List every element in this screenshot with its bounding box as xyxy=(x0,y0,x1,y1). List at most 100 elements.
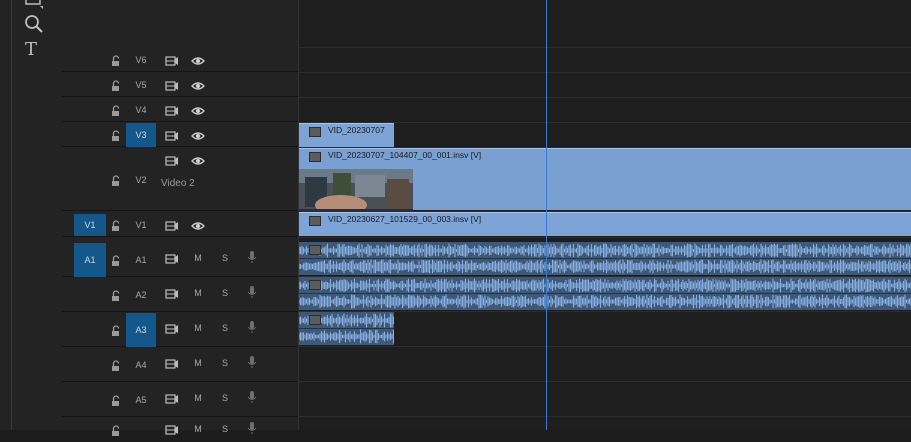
solo-button[interactable]: S xyxy=(219,357,231,369)
solo-button[interactable]: S xyxy=(219,392,231,404)
source-patch-a1[interactable]: A1 xyxy=(74,242,106,277)
voiceover-mic-icon[interactable] xyxy=(246,320,260,333)
track-target-a3[interactable]: A3 xyxy=(126,312,156,347)
rectangle-tool-icon[interactable] xyxy=(24,0,44,10)
track-lane-divider xyxy=(299,47,911,48)
track-header-a1: A1 A1 M S xyxy=(62,242,298,277)
track-label-v2: Video 2 xyxy=(161,177,195,189)
mute-button[interactable]: M xyxy=(192,322,204,334)
sync-lock-icon[interactable] xyxy=(165,287,179,299)
sync-lock-icon[interactable] xyxy=(165,252,179,264)
sync-lock-icon[interactable] xyxy=(165,219,179,231)
track-target-v3[interactable]: V3 xyxy=(126,123,156,147)
clip-v3-name: VID_20230707 xyxy=(328,125,385,135)
eye-icon[interactable] xyxy=(191,54,205,66)
playhead[interactable] xyxy=(546,0,547,430)
track-header-a2: A2 M S xyxy=(62,277,298,312)
lock-icon[interactable] xyxy=(110,104,122,116)
lock-icon[interactable] xyxy=(110,254,122,266)
fx-badge-icon xyxy=(309,216,321,226)
source-patch-v1[interactable]: V1 xyxy=(74,213,106,236)
track-header-a6: MS xyxy=(62,417,298,436)
lock-icon[interactable] xyxy=(110,324,122,336)
sync-lock-icon[interactable] xyxy=(165,104,179,116)
clip-a1[interactable] xyxy=(299,242,911,275)
voiceover-mic-icon[interactable] xyxy=(246,285,260,298)
clip-v2[interactable]: VID_20230707_104407_00_001.insv [V] xyxy=(299,148,911,215)
track-target-v6[interactable]: V6 xyxy=(126,48,156,72)
track-header-a3: A3 M S xyxy=(62,312,298,347)
track-header-a4: A4 M S xyxy=(62,347,298,382)
sync-lock-icon[interactable] xyxy=(165,154,179,166)
lock-icon[interactable] xyxy=(110,129,122,141)
solo-button[interactable]: S xyxy=(219,287,231,299)
track-target-a5[interactable]: A5 xyxy=(126,388,156,412)
sync-lock-icon[interactable] xyxy=(165,54,179,66)
eye-icon[interactable] xyxy=(191,79,205,91)
track-header-v6: V6 xyxy=(62,48,298,72)
fx-badge-icon xyxy=(309,127,321,137)
track-header-v1: V1 V1 xyxy=(62,212,298,237)
zoom-tool-icon[interactable] xyxy=(24,14,44,34)
clip-v1[interactable]: VID_20230627_101529_00_003.insv [V] xyxy=(299,212,911,236)
track-target-a1[interactable]: A1 xyxy=(126,248,156,272)
track-target-v4[interactable]: V4 xyxy=(126,98,156,122)
lock-icon[interactable] xyxy=(110,54,122,66)
eye-icon[interactable] xyxy=(191,154,205,166)
fx-badge-icon xyxy=(309,152,321,162)
lock-icon[interactable] xyxy=(110,174,122,186)
track-lane-divider xyxy=(299,237,911,238)
lock-icon[interactable] xyxy=(110,359,122,371)
mute-button[interactable]: M xyxy=(192,357,204,369)
track-lane-divider xyxy=(299,346,911,347)
voiceover-mic-icon[interactable] xyxy=(246,250,260,263)
track-target-a2[interactable]: A2 xyxy=(126,283,156,307)
sync-lock-icon[interactable] xyxy=(165,79,179,91)
sync-lock-icon[interactable] xyxy=(165,423,179,435)
track-headers: V6 V5 V4 V3 V2 Video 2 V1 V1 A1 A1 M S A2 M S A3 M S A4 M S A… xyxy=(62,0,298,436)
track-target-v1[interactable]: V1 xyxy=(126,213,156,237)
clip-a2[interactable] xyxy=(299,277,911,310)
solo-button[interactable]: S xyxy=(219,252,231,264)
solo-button[interactable]: S xyxy=(219,423,231,435)
track-target-v5[interactable]: V5 xyxy=(126,73,156,97)
sync-lock-icon[interactable] xyxy=(165,129,179,141)
clip-v1-name: VID_20230627_101529_00_003.insv [V] xyxy=(328,214,482,224)
track-target-a4[interactable]: A4 xyxy=(126,353,156,377)
voiceover-mic-icon[interactable] xyxy=(246,390,260,403)
clip-v2-thumbnail xyxy=(299,169,413,215)
track-header-a5: A5 M S xyxy=(62,382,298,417)
track-lane-divider xyxy=(299,97,911,98)
eye-icon[interactable] xyxy=(191,219,205,231)
clip-a3[interactable] xyxy=(299,312,394,345)
timeline-tracks[interactable]: VID_20230707 VID_20230707_104407_00_001.… xyxy=(298,0,911,430)
mute-button[interactable]: M xyxy=(192,287,204,299)
lock-icon[interactable] xyxy=(110,394,122,406)
fx-badge-icon xyxy=(309,245,321,255)
lock-icon[interactable] xyxy=(110,79,122,91)
sync-lock-icon[interactable] xyxy=(165,322,179,334)
lock-icon[interactable] xyxy=(110,424,122,436)
lock-icon[interactable] xyxy=(110,219,122,231)
fx-badge-icon xyxy=(309,315,321,325)
track-lane-divider xyxy=(299,381,911,382)
clip-v2-name: VID_20230707_104407_00_001.insv [V] xyxy=(328,150,482,160)
lock-icon[interactable] xyxy=(110,289,122,301)
mute-button[interactable]: M xyxy=(192,252,204,264)
type-tool-icon[interactable]: T xyxy=(25,40,45,60)
sync-lock-icon[interactable] xyxy=(165,392,179,404)
track-header-v3: V3 xyxy=(62,123,298,147)
eye-icon[interactable] xyxy=(191,129,205,141)
mute-button[interactable]: M xyxy=(192,423,204,435)
fx-badge-icon xyxy=(309,280,321,290)
eye-icon[interactable] xyxy=(191,104,205,116)
waveform-a1 xyxy=(299,243,911,274)
solo-button[interactable]: S xyxy=(219,322,231,334)
voiceover-mic-icon[interactable] xyxy=(246,421,260,434)
track-name-v2[interactable]: V2 xyxy=(126,168,156,192)
mute-button[interactable]: M xyxy=(192,392,204,404)
waveform-a2 xyxy=(299,278,911,309)
sync-lock-icon[interactable] xyxy=(165,357,179,369)
clip-v3[interactable]: VID_20230707 xyxy=(299,123,394,147)
voiceover-mic-icon[interactable] xyxy=(246,355,260,368)
